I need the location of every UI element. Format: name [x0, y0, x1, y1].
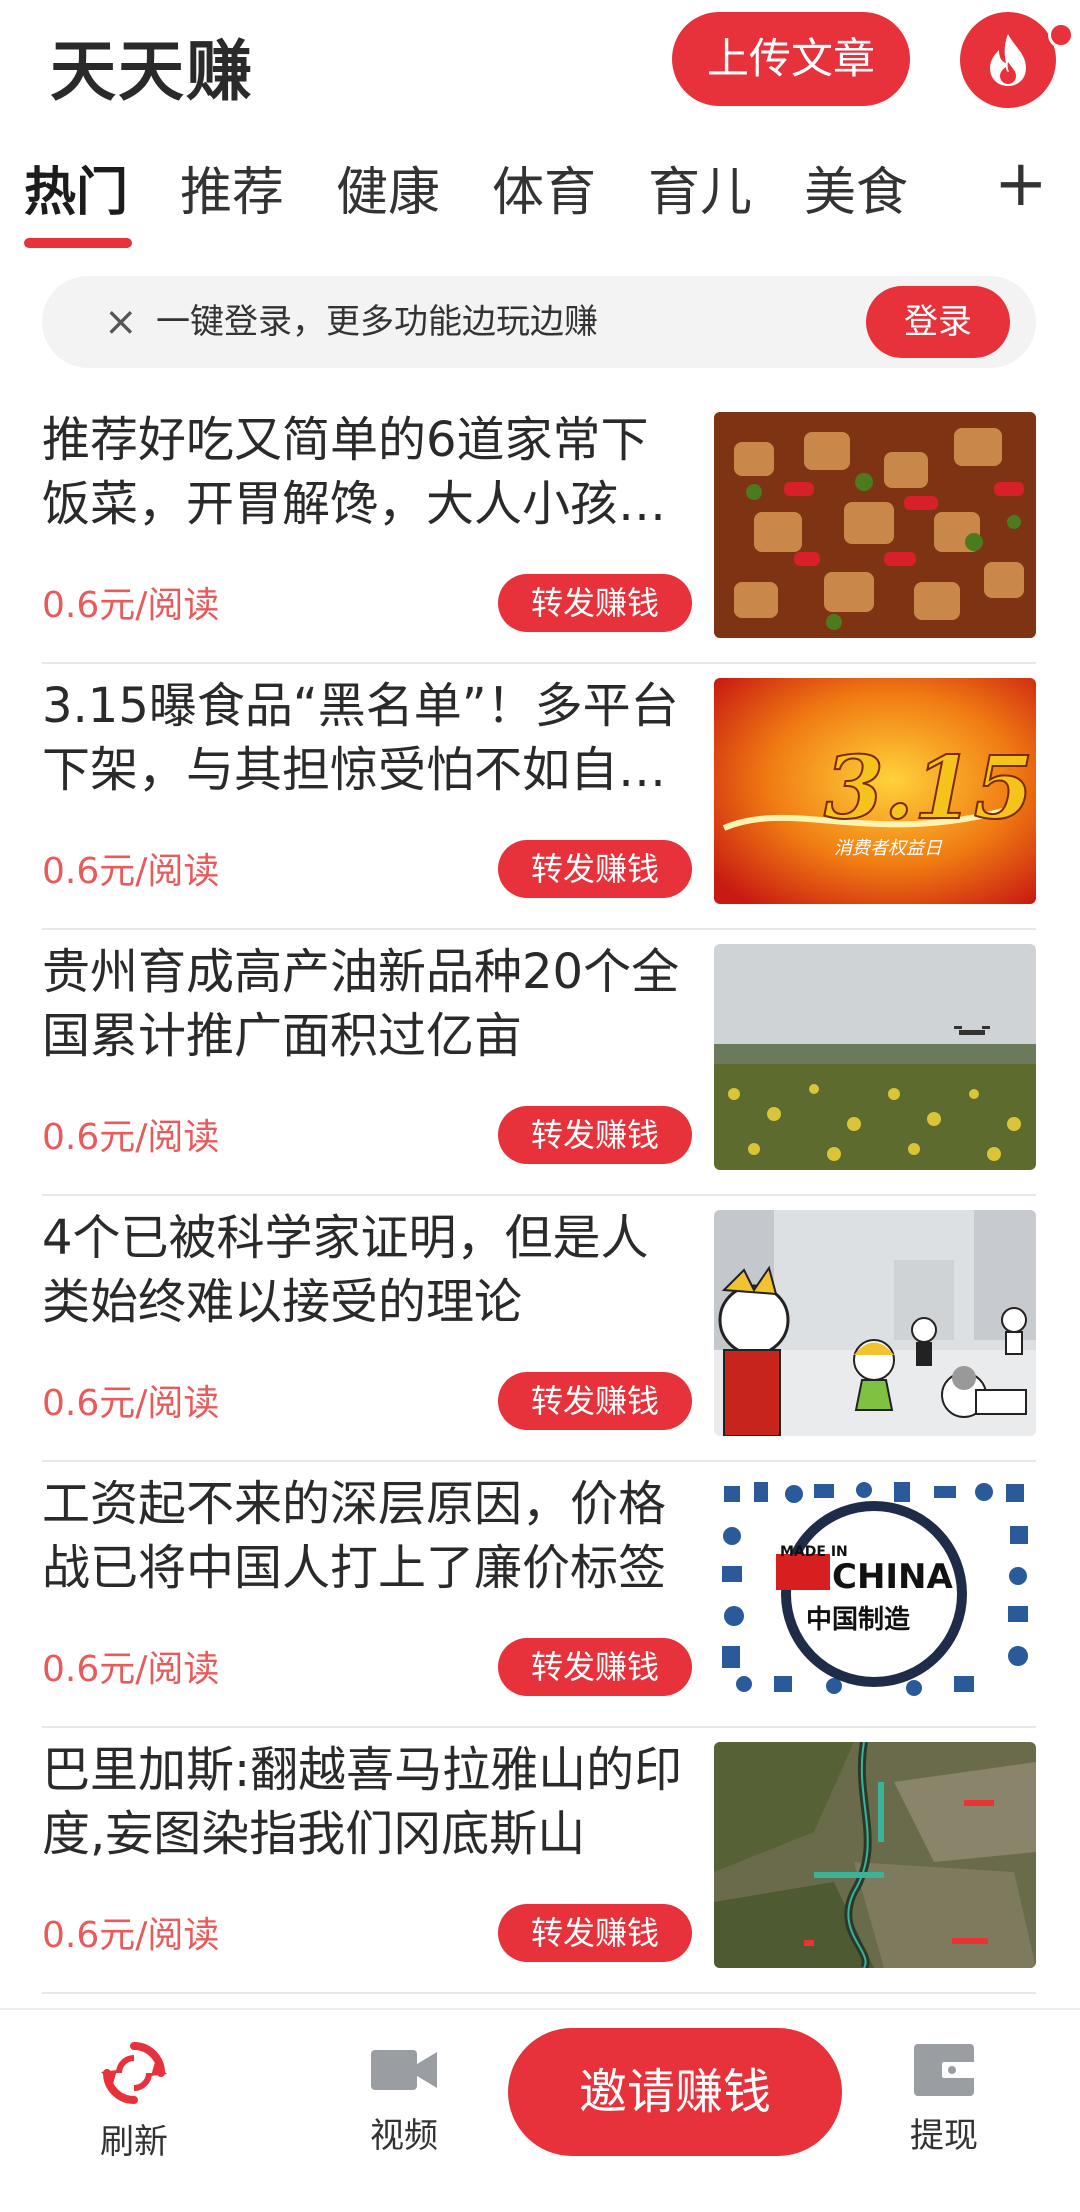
article-price: 0.6元/阅读: [42, 851, 220, 892]
article-title[interactable]: 3.15曝食品“黑名单”！多平台下架，与其担惊受怕不如自己做: [42, 674, 692, 802]
refresh-icon: [101, 2042, 167, 2104]
article-title[interactable]: 4个已被科学家证明，但是人类始终难以接受的理论: [42, 1206, 692, 1334]
article-item[interactable]: 4个已被科学家证明，但是人类始终难以接受的理论 0.6元/阅读 转发赚钱: [42, 1196, 1036, 1462]
nav-refresh-label: 刷新: [100, 2122, 168, 2162]
login-banner: × 一键登录，更多功能边玩边赚 登录: [42, 276, 1036, 368]
article-item[interactable]: 工资起不来的深层原因，价格战已将中国人打上了廉价标签 0.6元/阅读 转发赚钱: [42, 1462, 1036, 1728]
article-title[interactable]: 工资起不来的深层原因，价格战已将中国人打上了廉价标签: [42, 1472, 692, 1600]
made-in-china-cn-label: 中国制造: [806, 1605, 910, 1635]
banner-text: 一键登录，更多功能边玩边赚: [156, 302, 598, 342]
app-title: 天天赚: [50, 33, 254, 110]
nav-withdraw-label: 提现: [910, 2116, 978, 2156]
video-camera-icon: [371, 2050, 437, 2090]
article-item[interactable]: 推荐好吃又简单的6道家常下饭菜，开胃解馋，大人小孩都爱吃 0.6元/阅读 转发赚…: [42, 398, 1036, 664]
tab-hot[interactable]: 热门: [24, 150, 128, 225]
nav-video[interactable]: 视频: [334, 2040, 474, 2157]
article-item[interactable]: 3.15曝食品“黑名单”！多平台下架，与其担惊受怕不如自己做 0.6元/阅读 转…: [42, 664, 1036, 930]
nav-video-label: 视频: [370, 2116, 438, 2156]
tab-sports[interactable]: 体育: [492, 150, 596, 225]
wallet-icon: [914, 2044, 976, 2096]
article-title[interactable]: 推荐好吃又简单的6道家常下饭菜，开胃解馋，大人小孩都爱吃: [42, 408, 692, 536]
article-thumbnail[interactable]: [714, 1210, 1036, 1436]
tab-recommend[interactable]: 推荐: [180, 150, 284, 225]
nav-refresh[interactable]: 刷新: [64, 2040, 204, 2163]
nav-withdraw[interactable]: 提现: [874, 2040, 1014, 2157]
article-price: 0.6元/阅读: [42, 1383, 220, 1424]
share-earn-button[interactable]: 转发赚钱: [498, 1904, 692, 1962]
article-price: 0.6元/阅读: [42, 1649, 220, 1690]
article-price: 0.6元/阅读: [42, 1117, 220, 1158]
tab-food[interactable]: 美食: [804, 150, 908, 225]
share-earn-button[interactable]: 转发赚钱: [498, 1638, 692, 1696]
active-tab-indicator: [24, 238, 132, 248]
banner-315-number: 3.15: [824, 738, 1033, 839]
article-item[interactable]: 巴里加斯:翻越喜马拉雅山的印度,妄图染指我们冈底斯山 0.6元/阅读 转发赚钱: [42, 1728, 1036, 1994]
article-thumbnail[interactable]: [714, 1742, 1036, 1968]
article-title[interactable]: 贵州育成高产油新品种20个全国累计推广面积过亿亩: [42, 940, 692, 1068]
fire-icon: [990, 34, 1026, 86]
tab-parenting[interactable]: 育儿: [648, 150, 752, 225]
banner-315-subtitle: 消费者权益日: [834, 838, 943, 859]
article-thumbnail[interactable]: 3.15 消费者权益日: [714, 678, 1036, 904]
upload-article-button[interactable]: 上传文章: [672, 12, 910, 106]
tab-health[interactable]: 健康: [336, 150, 440, 225]
add-tab-button[interactable]: +: [994, 152, 1048, 216]
notification-dot: [1048, 22, 1074, 48]
share-earn-button[interactable]: 转发赚钱: [498, 574, 692, 632]
article-item[interactable]: 贵州育成高产油新品种20个全国累计推广面积过亿亩 0.6元/阅读 转发赚钱: [42, 930, 1036, 1196]
login-button[interactable]: 登录: [866, 286, 1010, 358]
china-label: CHINA: [832, 1557, 954, 1597]
article-thumbnail[interactable]: MADE IN CHINA 中国制造: [714, 1476, 1036, 1702]
share-earn-button[interactable]: 转发赚钱: [498, 1372, 692, 1430]
divider: [42, 1992, 1036, 1994]
app-screen: 天天赚 上传文章 热门 推荐 健康 体育 育儿 美食 + × 一键登录，更多功能…: [0, 0, 1080, 2212]
share-earn-button[interactable]: 转发赚钱: [498, 1106, 692, 1164]
article-title[interactable]: 巴里加斯:翻越喜马拉雅山的印度,妄图染指我们冈底斯山: [42, 1738, 692, 1866]
category-tabs: 热门 推荐 健康 体育 育儿 美食: [0, 150, 1080, 250]
article-price: 0.6元/阅读: [42, 1915, 220, 1956]
hot-fire-button[interactable]: [960, 12, 1056, 108]
invite-earn-button[interactable]: 邀请赚钱: [508, 2028, 842, 2156]
bottom-nav: 刷新 视频 邀请赚钱 提现: [0, 2008, 1080, 2212]
article-thumbnail[interactable]: [714, 412, 1036, 638]
article-thumbnail[interactable]: [714, 944, 1036, 1170]
share-earn-button[interactable]: 转发赚钱: [498, 840, 692, 898]
close-icon[interactable]: ×: [104, 294, 138, 350]
article-price: 0.6元/阅读: [42, 585, 220, 626]
